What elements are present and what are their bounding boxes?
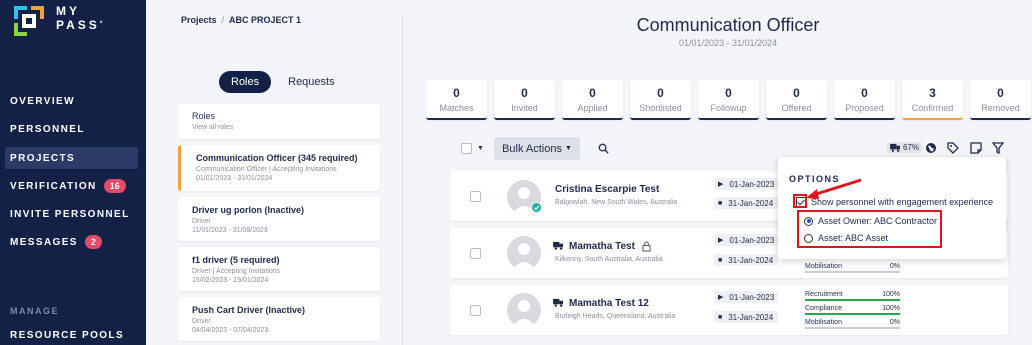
personnel-name[interactable]: Mamatha Test 12 (569, 298, 649, 309)
personnel-name[interactable]: Cristina Escarpie Test (555, 184, 659, 195)
globe-icon[interactable] (925, 142, 937, 154)
stat-applied[interactable]: 0 Applied (562, 80, 623, 120)
row-checkbox[interactable] (470, 248, 481, 259)
nav-overview[interactable]: OVERVIEW (5, 90, 138, 112)
nav-personnel[interactable]: PERSONNEL (5, 118, 138, 140)
personnel-location: Balgowlah, New South Wales, Australia (555, 199, 678, 206)
metric-recruitment: Recruitment 100% (805, 291, 900, 301)
nav-verification[interactable]: VERIFICATION 16 (5, 175, 138, 197)
search-icon[interactable] (598, 143, 609, 154)
breadcrumb: Projects / ABC PROJECT 1 (181, 15, 302, 25)
stat-shortlisted[interactable]: 0 Shortlisted (630, 80, 691, 120)
role-card[interactable]: Driver ug porlon (Inactive) Driver 11/01… (178, 197, 380, 241)
messages-badge: 2 (84, 235, 102, 249)
personnel-location: Kilkenny, South Australia, Australia (555, 256, 663, 263)
row-checkbox[interactable] (470, 191, 481, 202)
stat-matches[interactable]: 0 Matches (426, 80, 487, 120)
select-all-dropdown-icon[interactable]: ▼ (477, 145, 484, 152)
tab-requests[interactable]: Requests (276, 71, 346, 93)
column-divider (402, 14, 403, 345)
highlight-radio-box (797, 210, 942, 248)
mypass-logo-icon (14, 6, 44, 36)
fill-rate-chip[interactable]: 67% (887, 142, 923, 153)
personnel-name[interactable]: Mamatha Test (569, 241, 635, 252)
avatar (507, 236, 541, 270)
manage-section-label: MANAGE (10, 306, 59, 316)
truck-icon (890, 143, 900, 152)
roles-requests-toggle: Roles Requests (219, 71, 347, 93)
stat-proposed[interactable]: 0 Proposed (834, 80, 895, 120)
stat-removed[interactable]: 0 Removed (970, 80, 1031, 120)
role-card[interactable]: Communication Officer (345 required) Com… (178, 145, 380, 191)
bulk-actions-button[interactable]: Bulk Actions ▼ (494, 137, 580, 160)
person-placeholder-icon (512, 300, 536, 327)
red-arrow-icon (806, 178, 862, 199)
note-icon[interactable] (970, 142, 982, 154)
nav-projects[interactable]: PROJECTS (5, 147, 138, 169)
verification-badge: 16 (103, 179, 126, 193)
sidebar: MY PASS° OVERVIEW PERSONNEL PROJECTS VER… (0, 0, 146, 345)
truck-icon (553, 298, 563, 307)
filter-icon[interactable] (992, 142, 1004, 154)
metric-compliance: Compliance 100% (805, 305, 900, 315)
breadcrumb-current: ABC PROJECT 1 (229, 15, 302, 25)
breadcrumb-projects[interactable]: Projects (181, 15, 217, 25)
stat-followup[interactable]: 0 Followup (698, 80, 759, 120)
role-card[interactable]: Push Cart Driver (Inactive) Driver 04/04… (178, 297, 380, 341)
personnel-location: Burleigh Heads, Queensland, Australia (555, 313, 676, 320)
metric-mobilisation: Mobilisation 0% (805, 263, 900, 273)
start-date: ▶ 01-Jan-2023 (714, 178, 778, 190)
stat-confirmed[interactable]: 3 Confirmed (902, 80, 963, 120)
truck-icon (553, 241, 563, 250)
start-date: ▶ 01-Jan-2023 (714, 291, 778, 303)
nav-resource-pools[interactable]: RESOURCE POOLS (5, 324, 138, 345)
end-date: ■ 31-Jan-2024 (714, 311, 778, 323)
metric-mobilisation: Mobilisation 0% (805, 319, 900, 329)
stat-offered[interactable]: 0 Offered (766, 80, 827, 120)
nav-invite-personnel[interactable]: INVITE PERSONNEL (5, 203, 138, 225)
end-date: ■ 31-Jan-2024 (714, 254, 778, 266)
person-placeholder-icon (512, 243, 536, 270)
tab-roles[interactable]: Roles (219, 71, 272, 93)
select-all-checkbox[interactable] (461, 143, 472, 154)
role-card[interactable]: f1 driver (5 required) Driver | Acceptin… (178, 247, 380, 291)
page-title: Communication Officer (636, 15, 820, 35)
start-date: ▶ 01-Jan-2023 (714, 234, 778, 246)
end-date: ■ 31-Jan-2024 (714, 197, 778, 209)
row-checkbox[interactable] (470, 305, 481, 316)
stat-invited[interactable]: 0 Invited (494, 80, 555, 120)
nav-messages[interactable]: MESSAGES 2 (5, 231, 138, 253)
role-card-all[interactable]: Roles View all roles (178, 104, 380, 139)
logo-text: MY PASS° (56, 4, 106, 32)
tag-icon[interactable] (947, 142, 959, 154)
verified-check-icon (531, 202, 542, 213)
lock-icon (642, 241, 651, 252)
page-dates: 01/01/2023 - 31/01/2024 (678, 38, 778, 48)
avatar (507, 293, 541, 327)
